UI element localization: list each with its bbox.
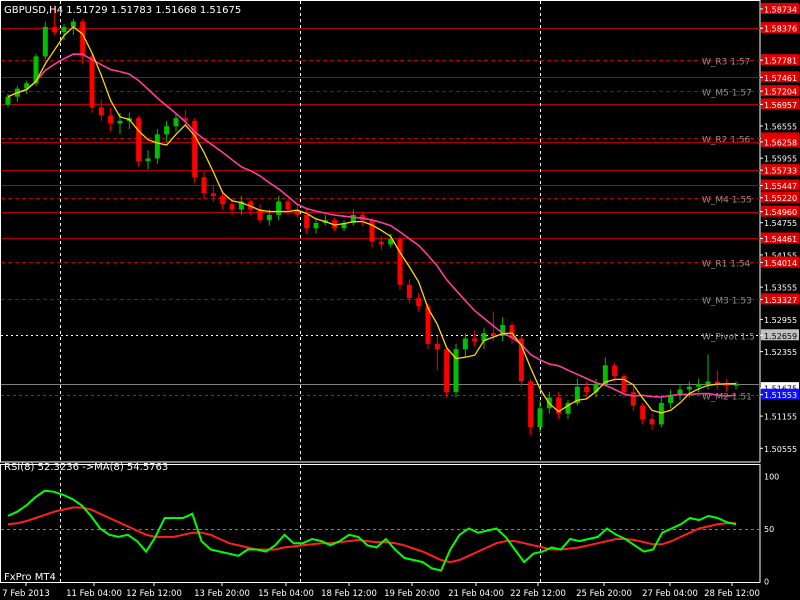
time-tick-label: 19 Feb 20:00: [384, 589, 440, 599]
time-tick-label: 22 Feb 12:00: [510, 589, 566, 599]
price-tick-label: 1.52659: [764, 332, 797, 341]
bear-candle[interactable]: [220, 196, 226, 205]
price-tick-label: 1.58376: [764, 25, 797, 34]
bear-candle[interactable]: [444, 349, 450, 393]
bear-candle[interactable]: [630, 392, 636, 406]
bull-candle[interactable]: [313, 222, 319, 229]
bear-candle[interactable]: [406, 284, 412, 299]
chart-header: GBPUSD,H4 1.51729 1.51783 1.51668 1.5167…: [4, 5, 241, 16]
bear-candle[interactable]: [285, 201, 291, 210]
price-tick-label: 1.56555: [764, 122, 797, 131]
bear-candle[interactable]: [472, 338, 478, 342]
level-label: W_R3 1.57: [702, 58, 750, 68]
bear-candle[interactable]: [98, 107, 104, 116]
price-tick-label: 1.55955: [764, 155, 797, 164]
rsi-tick-label: 100: [764, 473, 779, 482]
bull-candle[interactable]: [5, 96, 11, 105]
price-tick-label: 1.56258: [764, 138, 797, 147]
bull-candle[interactable]: [276, 201, 282, 215]
bear-candle[interactable]: [201, 177, 207, 194]
bull-candle[interactable]: [462, 338, 468, 350]
level-label: W_M3 1.53: [702, 297, 752, 307]
bear-candle[interactable]: [490, 333, 496, 336]
bear-candle[interactable]: [229, 204, 235, 210]
bear-candle[interactable]: [612, 365, 618, 377]
bull-candle[interactable]: [266, 214, 272, 221]
price-tick-label: 1.54960: [764, 208, 797, 217]
bull-candle[interactable]: [686, 386, 692, 390]
time-tick-label: 21 Feb 04:00: [448, 589, 504, 599]
level-label: W_M5 1.57: [702, 89, 752, 99]
price-tick-label: 1.54461: [764, 235, 797, 244]
bull-candle[interactable]: [537, 408, 543, 428]
price-tick-label: 1.57204: [764, 88, 797, 97]
price-tick-label: 1.51155: [764, 413, 797, 422]
time-tick-label: 15 Feb 04:00: [258, 589, 314, 599]
bull-candle[interactable]: [70, 21, 76, 27]
bear-candle[interactable]: [52, 26, 58, 33]
time-tick-label: 12 Feb 12:00: [126, 589, 182, 599]
trading-terminal-chart[interactable]: W_R3 1.57 W_M5 1.57 W_R2 1.56 W_M4 1.55 W_R1…: [0, 0, 800, 600]
price-tick-label: 1.53555: [764, 284, 797, 293]
bull-candle[interactable]: [145, 158, 151, 162]
bear-candle[interactable]: [210, 193, 216, 197]
time-tick-label: 18 Feb 12:00: [321, 589, 377, 599]
bear-candle[interactable]: [108, 115, 114, 124]
bull-candle[interactable]: [117, 120, 123, 124]
time-tick-label: 11 Feb 04:00: [66, 589, 122, 599]
level-label: W_M4 1.55: [702, 196, 752, 206]
rsi-tick-label: 0: [764, 578, 769, 587]
price-tick-label: 1.54755: [764, 219, 797, 228]
price-tick-label: 1.58734: [764, 5, 797, 14]
bull-candle[interactable]: [61, 26, 67, 33]
watermark: FxPro MT4: [4, 572, 56, 583]
rsi-title: RSI(8) 52.3236 ->MA(8) 54.5763: [4, 462, 168, 473]
time-tick-label: 25 Feb 20:00: [576, 589, 632, 599]
bull-candle[interactable]: [42, 26, 48, 57]
bear-candle[interactable]: [584, 386, 590, 393]
price-tick-label: 1.55447: [764, 182, 797, 191]
bear-candle[interactable]: [416, 298, 422, 307]
price-tick-label: 1.55733: [764, 167, 797, 176]
price-tick-label: 1.53327: [764, 296, 797, 305]
bull-candle[interactable]: [696, 384, 702, 387]
bear-candle[interactable]: [649, 419, 655, 425]
bull-candle[interactable]: [173, 118, 179, 127]
price-tick-label: 1.50555: [764, 445, 797, 454]
bear-candle[interactable]: [304, 214, 310, 229]
bull-candle[interactable]: [705, 381, 711, 385]
bear-candle[interactable]: [621, 376, 627, 393]
bear-candle[interactable]: [136, 118, 142, 162]
price-tick-label: 1.54014: [764, 259, 797, 268]
price-tick-label: 1.52955: [764, 316, 797, 325]
rsi-tick-label: 50: [764, 525, 774, 534]
bear-candle[interactable]: [434, 343, 440, 350]
bear-candle[interactable]: [89, 56, 95, 108]
bear-candle[interactable]: [528, 381, 534, 428]
price-tick-label: 1.51553: [764, 391, 797, 400]
bear-candle[interactable]: [378, 241, 384, 245]
time-tick-label: 13 Feb 20:00: [194, 589, 250, 599]
level-label: W_R2 1.56: [702, 136, 751, 146]
price-tick-label: 1.57461: [764, 74, 797, 83]
price-tick-label: 1.55220: [764, 194, 797, 203]
level-label: W_Pivot 1.5: [702, 333, 755, 343]
price-tick-label: 1.57781: [764, 57, 797, 66]
bear-candle[interactable]: [397, 239, 403, 285]
bull-candle[interactable]: [154, 134, 160, 159]
bear-candle[interactable]: [640, 405, 646, 420]
time-tick-label: 27 Feb 04:00: [642, 589, 698, 599]
price-tick-label: 1.52355: [764, 348, 797, 357]
time-tick-label: 28 Feb 12:00: [704, 589, 760, 599]
time-tick-label: 7 Feb 2013: [2, 589, 50, 599]
bear-candle[interactable]: [257, 209, 263, 221]
level-label: W_R1 1.54: [702, 260, 751, 270]
price-tick-label: 1.56957: [764, 101, 797, 110]
bear-candle[interactable]: [369, 220, 375, 242]
bull-candle[interactable]: [164, 126, 170, 135]
